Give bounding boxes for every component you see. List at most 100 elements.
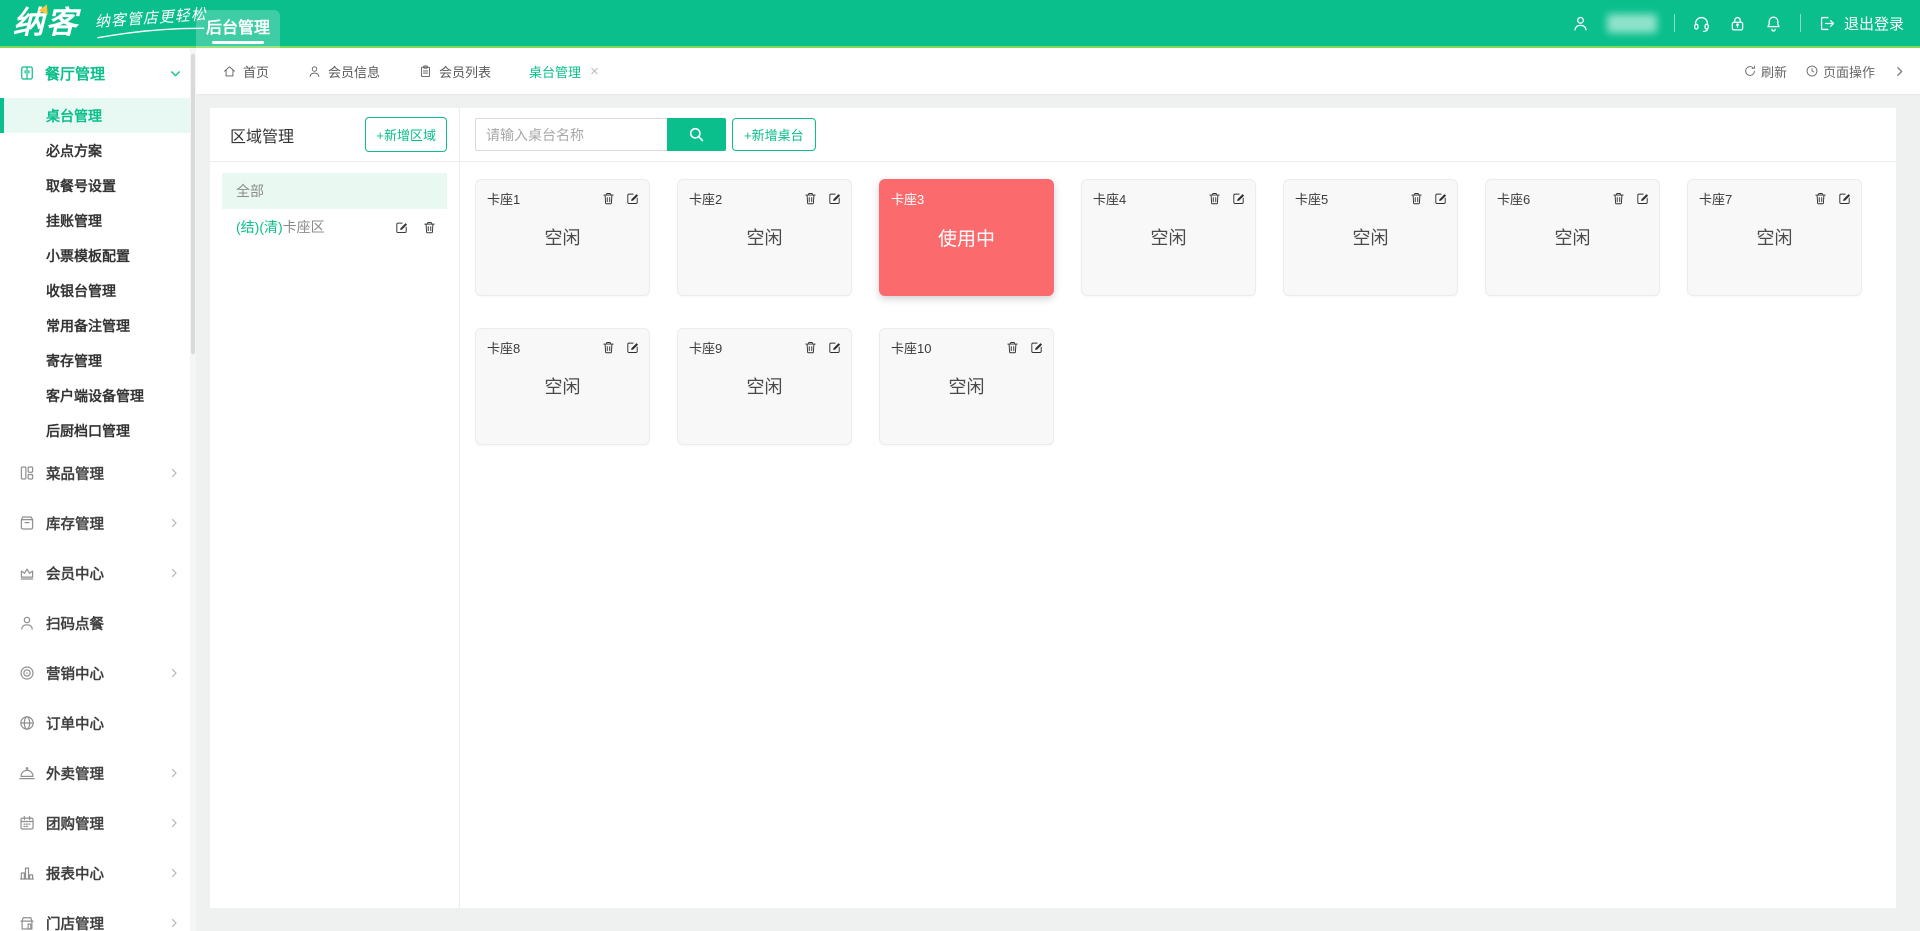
nav-tab-backoffice[interactable]: 后台管理 (196, 10, 280, 48)
table-status: 空闲 (678, 224, 851, 250)
globe-icon (18, 714, 36, 732)
table-status: 空闲 (880, 373, 1053, 399)
sidebar-item-table-management[interactable]: 桌台管理 (0, 98, 196, 133)
table-card[interactable]: 卡座10 空闲 (879, 328, 1054, 445)
edit-icon[interactable] (1635, 191, 1650, 206)
chevron-right-icon (168, 867, 180, 879)
sidebar-group-groupbuy[interactable]: 团购管理 (0, 798, 196, 848)
sidebar-item-required-dishes[interactable]: 必点方案 (0, 133, 196, 168)
edit-icon[interactable] (394, 220, 409, 235)
sidebar-group-member-center[interactable]: 会员中心 (0, 548, 196, 598)
sidebar-group-scan-order[interactable]: 扫码点餐 (0, 598, 196, 648)
table-status: 使用中 (880, 224, 1053, 251)
username-redacted (1607, 14, 1657, 33)
table-card[interactable]: 卡座8 空闲 (475, 328, 650, 445)
chevron-right-icon (168, 467, 180, 479)
search-button[interactable] (667, 118, 726, 151)
sidebar-group-order-center[interactable]: 订单中心 (0, 698, 196, 748)
sidebar-scrollbar-thumb[interactable] (191, 54, 195, 354)
support-headset-icon[interactable] (1692, 14, 1711, 33)
sidebar-group-inventory[interactable]: 库存管理 (0, 498, 196, 548)
header-divider (1674, 14, 1675, 32)
trash-icon[interactable] (1207, 191, 1222, 206)
sidebar-item-pickup-number[interactable]: 取餐号设置 (0, 168, 196, 203)
search-input[interactable] (475, 118, 667, 151)
sidebar-item-kitchen-stations[interactable]: 后厨档口管理 (0, 413, 196, 448)
chevron-right-icon (168, 917, 180, 929)
table-card[interactable]: 卡座1 空闲 (475, 179, 650, 296)
trash-icon[interactable] (1611, 191, 1626, 206)
nav-tab-underline (212, 41, 264, 44)
add-table-button[interactable]: +新增桌台 (732, 118, 816, 151)
region-item-all[interactable]: 全部 (222, 173, 447, 209)
sidebar-group-restaurant[interactable]: 餐厅管理 (0, 48, 196, 98)
page-actions-button[interactable]: 页面操作 (1805, 62, 1875, 81)
chevron-right-icon[interactable] (1893, 65, 1906, 78)
table-card[interactable]: 卡座6 空闲 (1485, 179, 1660, 296)
home-icon (222, 64, 237, 79)
edit-icon[interactable] (625, 340, 640, 355)
bell-icon[interactable] (1764, 14, 1783, 33)
tab-member-info[interactable]: 会员信息 (307, 62, 380, 81)
trash-icon[interactable] (601, 191, 616, 206)
tab-table-management[interactable]: 桌台管理 × (529, 62, 599, 81)
sidebar-group-marketing[interactable]: 营销中心 (0, 648, 196, 698)
trash-icon[interactable] (1813, 191, 1828, 206)
edit-icon[interactable] (1231, 191, 1246, 206)
trash-icon[interactable] (1005, 340, 1020, 355)
trash-icon[interactable] (803, 191, 818, 206)
close-icon[interactable]: × (590, 64, 599, 79)
logout-button[interactable]: 退出登录 (1818, 13, 1904, 34)
sidebar-scrollbar-track (190, 48, 196, 931)
table-card[interactable]: 卡座7 空闲 (1687, 179, 1862, 296)
tab-member-list[interactable]: 会员列表 (418, 62, 491, 81)
trash-icon[interactable] (422, 220, 437, 235)
table-status: 空闲 (1082, 224, 1255, 250)
brand-tagline: 纳客管店更轻松 (94, 3, 208, 40)
region-item-booth-area[interactable]: (结)(清) 卡座区 (222, 209, 447, 245)
edit-icon[interactable] (1433, 191, 1448, 206)
sidebar-item-storage-management[interactable]: 寄存管理 (0, 343, 196, 378)
edit-icon[interactable] (827, 191, 842, 206)
tab-bar: 首页 会员信息 会员列表 桌台管理 × 刷新 页面操作 (196, 48, 1920, 95)
tables-area: +新增桌台 卡座1 空闲 卡座2 空闲 (460, 108, 1896, 908)
table-status: 空闲 (678, 373, 851, 399)
chevron-right-icon (168, 567, 180, 579)
crown-icon (18, 564, 36, 582)
sidebar-group-takeout[interactable]: 外卖管理 (0, 748, 196, 798)
table-card[interactable]: 卡座5 空闲 (1283, 179, 1458, 296)
sidebar-item-cashier-management[interactable]: 收银台管理 (0, 273, 196, 308)
trash-icon[interactable] (803, 340, 818, 355)
table-status: 空闲 (1486, 224, 1659, 250)
sidebar-group-dishes[interactable]: 菜品管理 (0, 448, 196, 498)
trash-icon[interactable] (1409, 191, 1424, 206)
add-region-button[interactable]: +新增区域 (365, 117, 447, 152)
edit-icon[interactable] (625, 191, 640, 206)
lock-icon[interactable] (1728, 14, 1747, 33)
refresh-button[interactable]: 刷新 (1743, 62, 1787, 81)
edit-icon[interactable] (1837, 191, 1852, 206)
sidebar-group-reports[interactable]: 报表中心 (0, 848, 196, 898)
sidebar-item-credit-management[interactable]: 挂账管理 (0, 203, 196, 238)
trash-icon[interactable] (601, 340, 616, 355)
table-card[interactable]: 卡座9 空闲 (677, 328, 852, 445)
member-info-icon (307, 64, 322, 79)
sidebar-item-receipt-template[interactable]: 小票模板配置 (0, 238, 196, 273)
edit-icon[interactable] (827, 340, 842, 355)
store-icon (18, 914, 36, 931)
edit-icon[interactable] (1029, 340, 1044, 355)
sidebar: 餐厅管理 桌台管理 必点方案 取餐号设置 挂账管理 小票模板配置 收银台管理 常… (0, 48, 196, 931)
sidebar-group-stores[interactable]: 门店管理 (0, 898, 196, 931)
sidebar-item-common-remarks[interactable]: 常用备注管理 (0, 308, 196, 343)
brand-logo: 纳客 (13, 0, 79, 46)
table-status: 空闲 (1284, 224, 1457, 250)
sidebar-item-client-devices[interactable]: 客户端设备管理 (0, 378, 196, 413)
table-card-occupied[interactable]: 卡座3 使用中 (879, 179, 1054, 296)
table-card[interactable]: 卡座4 空闲 (1081, 179, 1256, 296)
inventory-icon (18, 514, 36, 532)
chevron-down-icon (169, 67, 182, 80)
table-card[interactable]: 卡座2 空闲 (677, 179, 852, 296)
member-list-icon (418, 64, 433, 79)
region-panel-title: 区域管理 (230, 123, 294, 147)
tab-home[interactable]: 首页 (222, 62, 269, 81)
